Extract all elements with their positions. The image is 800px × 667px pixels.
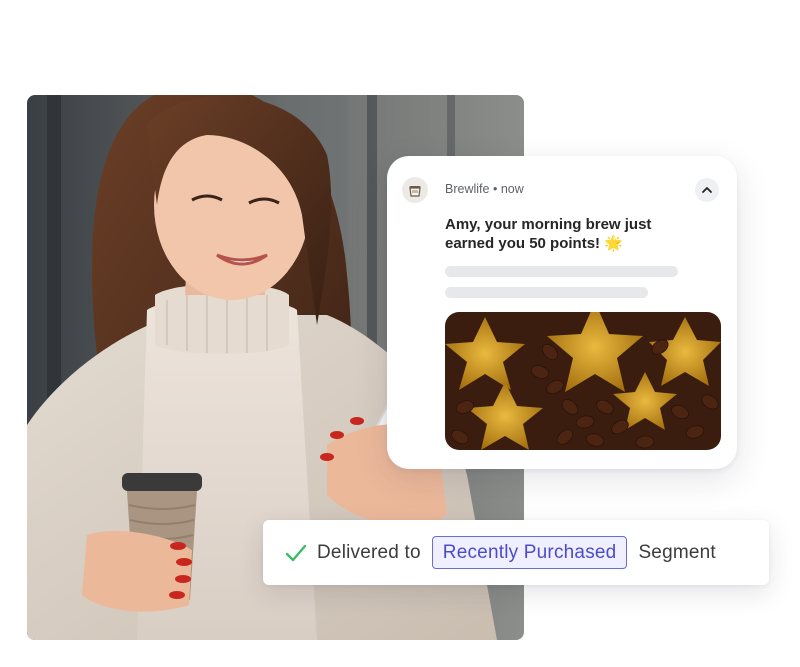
notification-image [445,312,721,450]
segment-suffix: Segment [638,541,716,563]
app-name: Brewlife [445,182,490,196]
coffee-beans-stars-image [445,312,721,450]
placeholder-line [445,266,678,277]
delivery-status-bar: Delivered to Recently Purchased Segment [263,520,769,585]
notification-message: Amy, your morning brew just earned you 5… [445,216,652,252]
notification-meta: Brewlife • now [445,182,524,196]
meta-separator: • [492,182,498,196]
collapse-button[interactable] [695,178,719,202]
push-notification-card[interactable]: Brewlife • now Amy, your morning brew ju… [387,156,737,469]
placeholder-line [445,287,648,298]
coffee-cup-icon [409,186,421,197]
delivered-label: Delivered to [317,541,421,563]
check-icon [285,543,307,563]
segment-chip[interactable]: Recently Purchased [431,536,628,569]
app-avatar [402,177,428,203]
notification-time: now [500,182,524,196]
chevron-up-icon [702,187,712,193]
